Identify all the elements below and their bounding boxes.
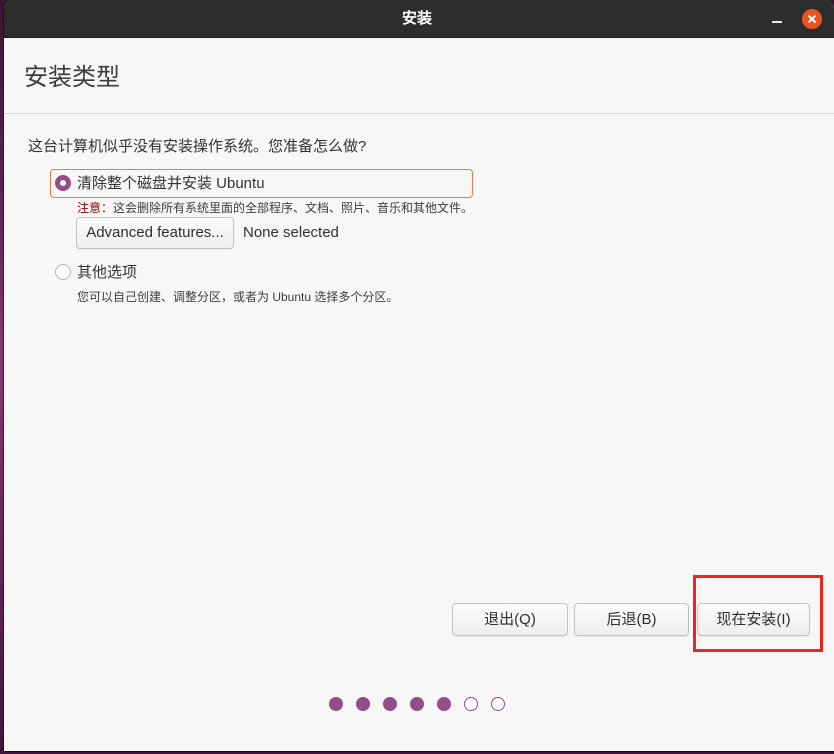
advanced-features-button[interactable]: Advanced features... — [76, 217, 234, 249]
progress-dot-filled — [410, 697, 424, 711]
progress-dot-empty — [464, 697, 478, 711]
option-erase-disk[interactable]: 清除整个磁盘并安装 Ubuntu — [50, 169, 473, 198]
page-title: 安装类型 — [24, 64, 120, 91]
progress-dot-filled — [383, 697, 397, 711]
minimize-button[interactable] — [766, 9, 788, 29]
something-else-label[interactable]: 其他选项 — [77, 264, 137, 282]
header-divider — [4, 113, 834, 114]
progress-dot-filled — [437, 697, 451, 711]
something-else-description: 您可以自己创建、调整分区，或者为 Ubuntu 选择多个分区。 — [77, 290, 399, 304]
title-bar[interactable]: 安装 — [4, 0, 834, 38]
minimize-icon — [772, 21, 782, 23]
quit-button[interactable]: 退出(Q) — [452, 603, 568, 636]
window-title: 安装 — [401, 10, 432, 27]
radio-checked-dot — [60, 180, 66, 186]
close-icon — [802, 9, 822, 29]
install-type-question: 这台计算机似乎没有安装操作系统。您准备怎么做? — [28, 138, 367, 155]
erase-disk-label[interactable]: 清除整个磁盘并安装 Ubuntu — [77, 175, 265, 193]
back-button[interactable]: 后退(B) — [574, 603, 689, 636]
step-progress-indicator — [329, 697, 505, 711]
close-button[interactable] — [802, 9, 822, 29]
advanced-features-status: None selected — [243, 224, 339, 241]
progress-dot-empty — [491, 697, 505, 711]
warning-label: 注意： — [77, 201, 114, 215]
progress-dot-filled — [356, 697, 370, 711]
something-else-radio[interactable] — [55, 264, 71, 280]
option-something-else[interactable]: 其他选项 — [50, 258, 473, 287]
erase-disk-radio[interactable] — [55, 175, 71, 191]
erase-warning: 注意：这会删除所有系统里面的全部程序、文档、照片、音乐和其他文件。 — [77, 200, 473, 216]
warning-text: 这会删除所有系统里面的全部程序、文档、照片、音乐和其他文件。 — [113, 201, 474, 215]
installer-window: 安装 安装类型 这台计算机似乎没有安装操作系统。您准备怎么做? 清除整个磁盘并安… — [4, 0, 834, 751]
install-now-button[interactable]: 现在安装(I) — [697, 603, 810, 636]
progress-dot-filled — [329, 697, 343, 711]
desktop-background: 安装 安装类型 这台计算机似乎没有安装操作系统。您准备怎么做? 清除整个磁盘并安… — [0, 0, 834, 754]
